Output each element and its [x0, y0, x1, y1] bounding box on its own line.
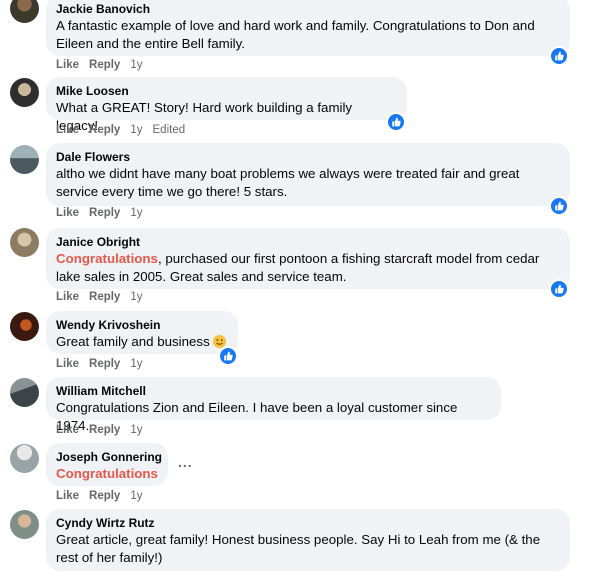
comment-author[interactable]: Cyndy Wirtz Rutz [56, 515, 560, 531]
reply-button[interactable]: Reply [89, 59, 120, 71]
like-button[interactable]: Like [56, 358, 79, 370]
comment-bubble: Janice Obright Congratulations, purchase… [46, 228, 570, 289]
comment-text: altho we didnt have many boat problems w… [56, 166, 520, 199]
comment-author[interactable]: Mike Loosen [56, 83, 397, 99]
avatar[interactable] [10, 378, 39, 407]
like-reaction-icon[interactable] [549, 196, 569, 216]
comment-bubble: Jackie Banovich A fantastic example of l… [46, 0, 570, 56]
timestamp[interactable]: 1y [130, 424, 142, 436]
avatar[interactable] [10, 444, 39, 473]
reply-button[interactable]: Reply [89, 124, 120, 136]
mention-link[interactable]: Congratulations [56, 251, 158, 266]
comment-actions: Like Reply 1y [56, 423, 153, 437]
comment-author[interactable]: Wendy Krivoshein [56, 317, 228, 333]
edited-label[interactable]: Edited [153, 124, 186, 136]
like-button[interactable]: Like [56, 424, 79, 436]
comment-author[interactable]: Dale Flowers [56, 149, 560, 165]
comment-bubble: Dale Flowers altho we didnt have many bo… [46, 143, 570, 206]
comment-bubble: Joseph Gonnering Congratulations [46, 443, 168, 486]
comment-author[interactable]: Joseph Gonnering [56, 449, 162, 465]
timestamp[interactable]: 1y [130, 59, 142, 71]
comment-text: Great family and business [56, 333, 228, 351]
timestamp[interactable]: 1y [130, 291, 142, 303]
comment-author[interactable]: Janice Obright [56, 234, 560, 250]
thumbs-up-icon [224, 351, 233, 361]
comment-actions: Like Reply 1y [56, 357, 153, 371]
avatar[interactable] [10, 145, 39, 174]
like-reaction-icon[interactable] [386, 112, 406, 132]
comment-bubble: Mike Loosen What a GREAT! Story! Hard wo… [46, 77, 407, 133]
like-button[interactable]: Like [56, 124, 79, 136]
avatar[interactable] [10, 510, 39, 539]
thumbs-up-icon [555, 51, 564, 61]
mention-link[interactable]: Congratulations [56, 466, 158, 481]
comment-text-body: Great family and business [56, 334, 210, 349]
comment-bubble: Cyndy Wirtz Rutz Great article, great fa… [46, 509, 570, 571]
avatar[interactable] [10, 0, 39, 23]
timestamp[interactable]: 1y [130, 207, 142, 219]
like-button[interactable]: Like [56, 59, 79, 71]
thumbs-up-icon [555, 284, 564, 294]
comment-actions: Like Reply 1y [56, 206, 153, 220]
like-button[interactable]: Like [56, 207, 79, 219]
reply-button[interactable]: Reply [89, 424, 120, 436]
comment-author[interactable]: Jackie Banovich [56, 1, 560, 17]
reply-button[interactable]: Reply [89, 207, 120, 219]
comment-actions: Like Reply 1y Edited [56, 123, 195, 137]
like-reaction-icon[interactable] [218, 346, 238, 366]
comment-text: Congratulations, purchased our first pon… [56, 250, 560, 286]
like-reaction-icon[interactable] [549, 279, 569, 299]
like-reaction-icon[interactable] [549, 46, 569, 66]
timestamp[interactable]: 1y [130, 124, 142, 136]
reply-button[interactable]: Reply [89, 291, 120, 303]
comment-bubble: William Mitchell Congratulations Zion an… [46, 377, 501, 433]
reply-button[interactable]: Reply [89, 358, 120, 370]
timestamp[interactable]: 1y [130, 490, 142, 502]
comment-text: Congratulations [56, 465, 158, 483]
comment-actions: Like Reply 1y [56, 290, 153, 304]
thumbs-up-icon [555, 201, 564, 211]
comment-text: Great article, great family! Honest busi… [56, 532, 541, 565]
thumbs-up-icon [392, 117, 401, 127]
timestamp[interactable]: 1y [130, 358, 142, 370]
comment-author[interactable]: William Mitchell [56, 383, 491, 399]
comment-bubble: Wendy Krivoshein Great family and busine… [46, 311, 238, 354]
reply-button[interactable]: Reply [89, 490, 120, 502]
like-button[interactable]: Like [56, 291, 79, 303]
comment-actions: Like Reply 1y [56, 489, 153, 503]
avatar[interactable] [10, 228, 39, 257]
comment-text: A fantastic example of love and hard wor… [56, 18, 535, 51]
avatar[interactable] [10, 312, 39, 341]
comment-actions: Like Reply 1y [56, 58, 153, 72]
more-options-button[interactable]: ... [178, 454, 193, 470]
avatar[interactable] [10, 78, 39, 107]
like-button[interactable]: Like [56, 490, 79, 502]
